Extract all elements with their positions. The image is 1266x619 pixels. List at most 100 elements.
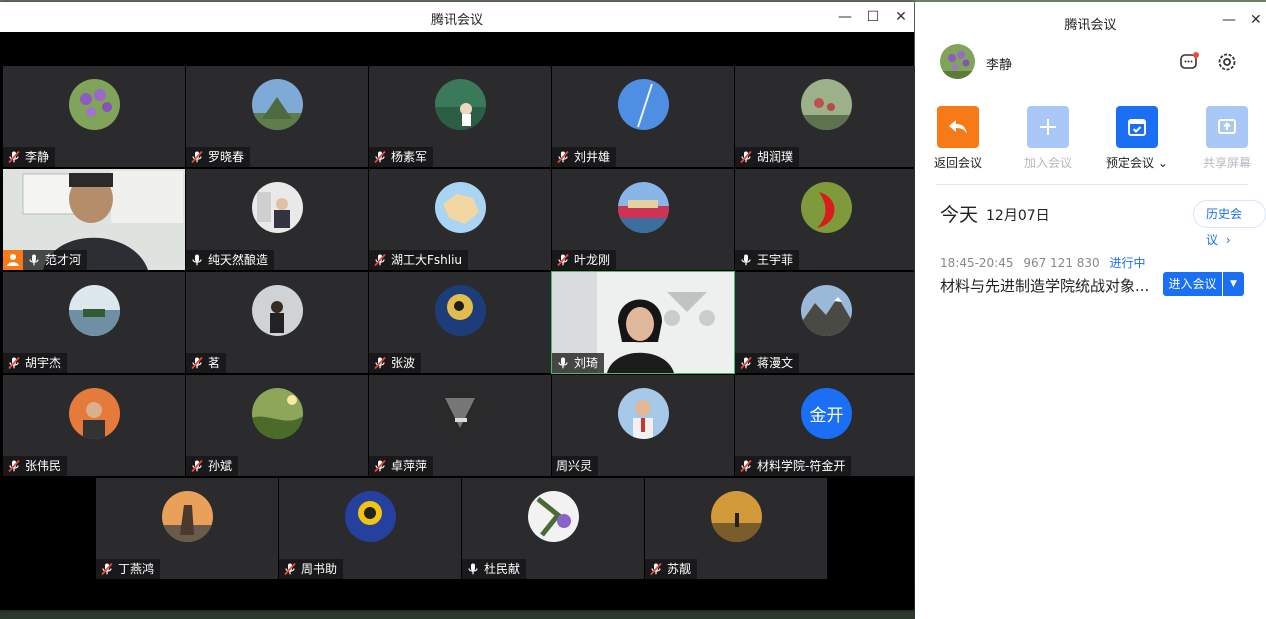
meeting-window: 腾讯会议 — ☐ ✕ 李静 罗晓春 杨素军 刘井雄 胡润璞 范才河 纯天然酿造 湖工大Fshl… (0, 2, 917, 610)
settings-gear-icon[interactable] (1216, 51, 1238, 73)
participant-tile[interactable]: 蒋漫文 (735, 272, 917, 373)
participant-tile[interactable]: 卓萍萍 (369, 375, 551, 476)
participant-tile[interactable]: 茗 (186, 272, 368, 373)
participant-nametag: 周兴灵 (552, 456, 599, 476)
avatar (252, 285, 303, 336)
participant-tile[interactable]: 湖工大Fshliu (369, 169, 551, 270)
user-name: 李静 (986, 58, 1013, 73)
participant-tile[interactable]: 丁燕鸿 (96, 478, 278, 579)
participant-tile[interactable]: 杜民献 (462, 478, 644, 579)
avatar: 金开 (801, 388, 852, 439)
avatar (618, 388, 669, 439)
mic-muted-icon (556, 253, 570, 267)
participant-tile[interactable]: 张伟民 (3, 375, 185, 476)
mic-icon (190, 253, 204, 267)
user-profile[interactable]: 李静 (940, 44, 1250, 80)
participant-name: 范才河 (45, 253, 82, 267)
mic-muted-icon (7, 356, 21, 370)
meeting-time: 18:45-20:45 (940, 256, 1014, 270)
participant-name: 湖工大Fshliu (391, 253, 463, 267)
mic-icon (739, 253, 753, 267)
mic-muted-icon (373, 459, 387, 473)
participant-tile[interactable]: 叶龙刚 (552, 169, 734, 270)
participant-name: 张波 (391, 356, 416, 370)
return-arrow-icon (937, 106, 979, 148)
participant-tile[interactable]: 周书助 (279, 478, 461, 579)
participant-nametag: 纯天然酿造 (186, 250, 275, 270)
participant-nametag: 茗 (186, 353, 227, 373)
participant-tile[interactable]: 刘井雄 (552, 66, 734, 167)
participant-tile[interactable]: 杨素军 (369, 66, 551, 167)
participant-nametag: 叶龙刚 (552, 250, 617, 270)
participant-name: 李静 (25, 150, 50, 164)
participant-tile[interactable]: 胡润璞 (735, 66, 917, 167)
join-meeting-button[interactable]: 进入会议 (1163, 272, 1222, 296)
schedule-meeting-button[interactable]: 预定会议 ⌄ (1104, 106, 1170, 171)
return-meeting-label: 返回会议 (933, 156, 982, 170)
participant-tile[interactable]: 张波 (369, 272, 551, 373)
participant-name: 叶龙刚 (574, 253, 611, 267)
participant-tile[interactable]: 罗晓春 (186, 66, 368, 167)
avatar (801, 79, 852, 130)
panel-close-button[interactable]: ✕ (1250, 12, 1262, 28)
participant-tile[interactable]: 孙斌 (186, 375, 368, 476)
avatar (435, 79, 486, 130)
participant-name: 胡润璞 (757, 150, 794, 164)
avatar[interactable] (940, 44, 975, 79)
participant-grid: 李静 罗晓春 杨素军 刘井雄 胡润璞范才河 纯天然酿造 湖工大Fshliu 叶龙刚 王宇菲胡宇杰… (0, 2, 917, 610)
participant-nametag: 范才河 (3, 250, 88, 270)
participant-name: 茗 (208, 356, 221, 370)
participant-name: 卓萍萍 (391, 459, 428, 473)
avatar (69, 285, 120, 336)
join-meeting-button[interactable]: 加入会议 (1015, 106, 1081, 171)
meeting-status: 进行中 (1109, 256, 1146, 270)
avatar (252, 182, 303, 233)
participant-tile[interactable]: 胡宇杰 (3, 272, 185, 373)
avatar (345, 491, 396, 542)
history-meetings-button[interactable]: 历史会议 › (1193, 200, 1266, 247)
mic-muted-icon (7, 150, 21, 164)
participant-tile[interactable]: 金开材料学院-符金开 (735, 375, 917, 476)
participant-nametag: 材料学院-符金开 (735, 456, 852, 476)
mic-muted-icon (190, 150, 204, 164)
mic-muted-icon (649, 562, 663, 576)
participant-nametag: 胡宇杰 (3, 353, 68, 373)
calendar-icon (1116, 106, 1158, 148)
mic-muted-icon (190, 459, 204, 473)
participant-tile[interactable]: 苏靓 (645, 478, 827, 579)
participant-tile[interactable]: 李静 (3, 66, 185, 167)
participant-tile[interactable]: 王宇菲 (735, 169, 917, 270)
mic-muted-icon (373, 253, 387, 267)
mic-muted-icon (7, 459, 21, 473)
participant-tile[interactable]: 周兴灵 (552, 375, 734, 476)
divider (936, 184, 1248, 185)
share-screen-button[interactable]: 共享屏幕 (1194, 106, 1260, 171)
mic-muted-icon (739, 459, 753, 473)
avatar (162, 491, 213, 542)
today-label: 今天 (940, 204, 979, 226)
message-icon[interactable] (1178, 51, 1200, 73)
panel-minimize-button[interactable]: — (1222, 12, 1236, 28)
participant-name: 杨素军 (391, 150, 428, 164)
participant-tile[interactable]: 范才河 (3, 169, 185, 270)
today-date: 12月07日 (986, 208, 1050, 224)
avatar (69, 79, 120, 130)
chevron-down-icon: ⌄ (1154, 156, 1168, 170)
history-meetings-label: 历史会议 (1206, 207, 1243, 247)
mic-muted-icon (373, 150, 387, 164)
meeting-title[interactable]: 材料与先进制造学院统战对象... (940, 275, 1155, 296)
share-screen-label: 共享屏幕 (1202, 156, 1251, 170)
return-meeting-button[interactable]: 返回会议 (925, 106, 991, 171)
chevron-right-icon: › (1225, 233, 1231, 247)
participant-tile[interactable]: 纯天然酿造 (186, 169, 368, 270)
participant-name: 丁燕鸿 (118, 562, 155, 576)
join-dropdown-button[interactable]: ▼ (1223, 272, 1244, 296)
participant-nametag: 刘琦 (552, 353, 605, 373)
avatar (618, 79, 669, 130)
mic-icon (466, 562, 480, 576)
participant-nametag: 卓萍萍 (369, 456, 434, 476)
participant-tile[interactable]: 刘琦 (551, 271, 735, 374)
home-panel: 腾讯会议 — ✕ 李静 返回会议 加入会议 预定会议 ⌄ 共享屏幕 今天 12月… (915, 2, 1266, 619)
participant-name: 周兴灵 (556, 459, 593, 473)
schedule-meeting-label: 预定会议 (1106, 156, 1155, 170)
